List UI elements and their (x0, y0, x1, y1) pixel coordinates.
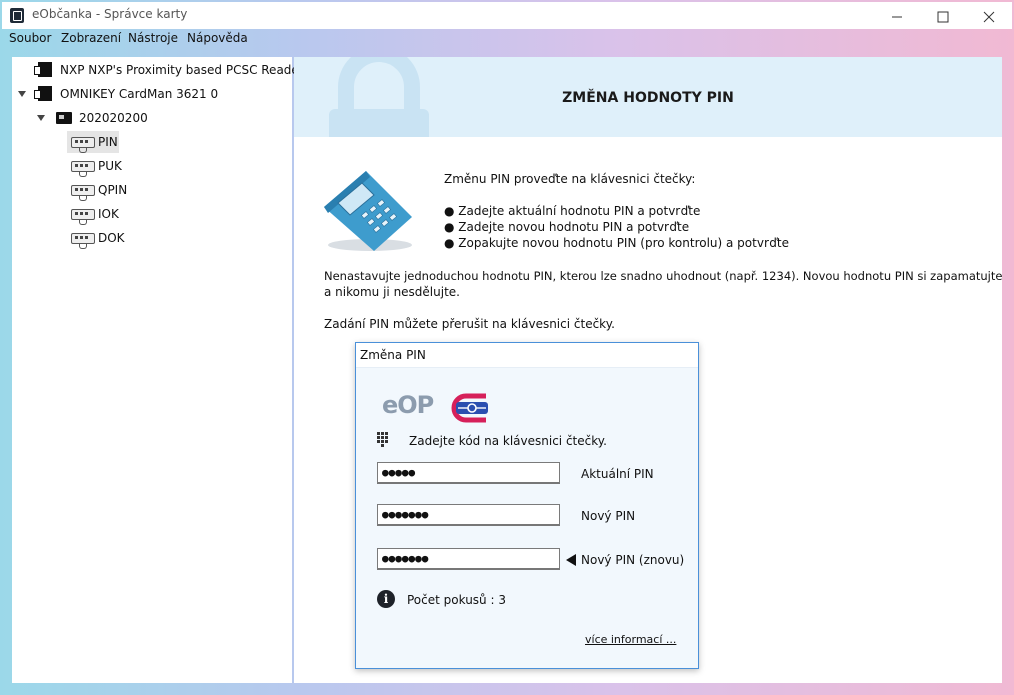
title-bar: eObčanka - Správce karty (2, 2, 1012, 29)
current-pin-label: Aktuální PIN (581, 467, 654, 481)
minimize-button[interactable] (874, 4, 920, 29)
close-icon (983, 11, 995, 22)
tree-item-label: 202020200 (79, 111, 148, 125)
device-tree: NXP NXP's Proximity based PCSC Reader 0 … (12, 57, 315, 683)
page-header: ZMĚNA HODNOTY PIN (294, 57, 1002, 137)
tree-item-label: OMNIKEY CardMan 3621 0 (60, 87, 219, 101)
menu-nastroje[interactable]: Nástroje (128, 31, 178, 45)
key-icon (71, 161, 95, 177)
instruction-step-text: Zadejte novou hodnotu PIN a potvrďte (458, 220, 690, 234)
window-title: eObčanka - Správce karty (32, 7, 188, 21)
keypad-icon (377, 432, 388, 447)
new-pin-label: Nový PIN (581, 509, 636, 523)
tree-item-label: QPIN (98, 183, 128, 197)
confirm-pin-label: Nový PIN (znovu) (581, 553, 685, 567)
tree-item-label: DOK (98, 231, 125, 245)
tree-item-dok[interactable]: DOK (12, 227, 292, 249)
menu-soubor[interactable]: Soubor (9, 31, 51, 45)
instruction-step: ● Zopakujte novou hodnotu PIN (pro kontr… (444, 236, 790, 250)
maximize-button[interactable] (920, 4, 966, 29)
tree-item-qpin[interactable]: QPIN (12, 179, 292, 201)
tree-item-reader-omnikey[interactable]: OMNIKEY CardMan 3621 0 (12, 83, 292, 105)
new-pin-field[interactable]: ●●●●●●● (377, 504, 560, 526)
menu-zobrazeni[interactable]: Zobrazení (61, 31, 121, 45)
app-icon (10, 8, 24, 23)
tree-item-label: NXP NXP's Proximity based PCSC Reader 0 (60, 63, 316, 77)
instruction-step: ● Zadejte aktuální hodnotu PIN a potvrďt… (444, 204, 701, 218)
instruction-step-text: Zadejte aktuální hodnotu PIN a potvrďte (458, 204, 701, 218)
dialog-title-bar: Změna PIN (356, 343, 698, 368)
tree-item-iok[interactable]: IOK (12, 203, 292, 225)
card-reader-icon (34, 62, 52, 77)
change-pin-dialog: Změna PIN eOP Zadejte kód na klávesnici … (355, 342, 699, 669)
menu-napoveda[interactable]: Nápověda (187, 31, 248, 45)
tree-item-label: PIN (98, 135, 118, 149)
expand-arrow-icon[interactable] (18, 91, 26, 97)
instruction-step: ● Zadejte novou hodnotu PIN a potvrďte (444, 220, 690, 234)
key-icon (71, 137, 95, 153)
instructions-heading: Změnu PIN proveďte na klávesnici čtečky: (444, 172, 696, 186)
current-pin-field[interactable]: ●●●●● (377, 462, 560, 484)
tree-item-label: IOK (98, 207, 119, 221)
pin-warning-line: a nikomu ji nesdělujte. (324, 285, 460, 299)
menu-bar: Soubor Zobrazení Nástroje Nápověda (2, 29, 1012, 49)
info-icon: i (377, 590, 395, 608)
cancel-note: Zadání PIN můžete přerušit na klávesnici… (324, 317, 615, 331)
key-icon (71, 209, 95, 225)
maximize-icon (937, 11, 949, 22)
confirm-pin-field[interactable]: ●●●●●●● (377, 548, 560, 570)
eop-logo-icon (451, 393, 488, 423)
more-info-link[interactable]: více informací ... (585, 633, 676, 646)
page-title: ZMĚNA HODNOTY PIN (562, 90, 734, 106)
key-icon (71, 233, 95, 249)
tree-item-puk[interactable]: PUK (12, 155, 292, 177)
tree-item-reader-nxp[interactable]: NXP NXP's Proximity based PCSC Reader 0 (12, 59, 315, 81)
card-reader-icon (34, 86, 52, 101)
close-button[interactable] (966, 4, 1012, 29)
instruction-step-text: Zopakujte novou hodnotu PIN (pro kontrol… (458, 236, 790, 250)
current-step-arrow-icon (566, 554, 576, 566)
eop-logo-text: eOP (382, 391, 434, 419)
pin-pad-illustration (324, 171, 412, 251)
attempts-count: Počet pokusů : 3 (407, 593, 506, 607)
minimize-icon (892, 16, 902, 17)
key-icon (71, 185, 95, 201)
expand-arrow-icon[interactable] (37, 115, 45, 121)
dialog-title: Změna PIN (360, 348, 426, 362)
pin-warning-line: Nenastavujte jednoduchou hodnotu PIN, kt… (324, 269, 1003, 283)
keypad-prompt: Zadejte kód na klávesnici čtečky. (409, 434, 607, 448)
tree-item-card[interactable]: 202020200 (12, 107, 292, 129)
id-card-icon (56, 112, 72, 124)
tree-item-label: PUK (98, 159, 122, 173)
tree-item-pin[interactable]: PIN (12, 131, 292, 153)
